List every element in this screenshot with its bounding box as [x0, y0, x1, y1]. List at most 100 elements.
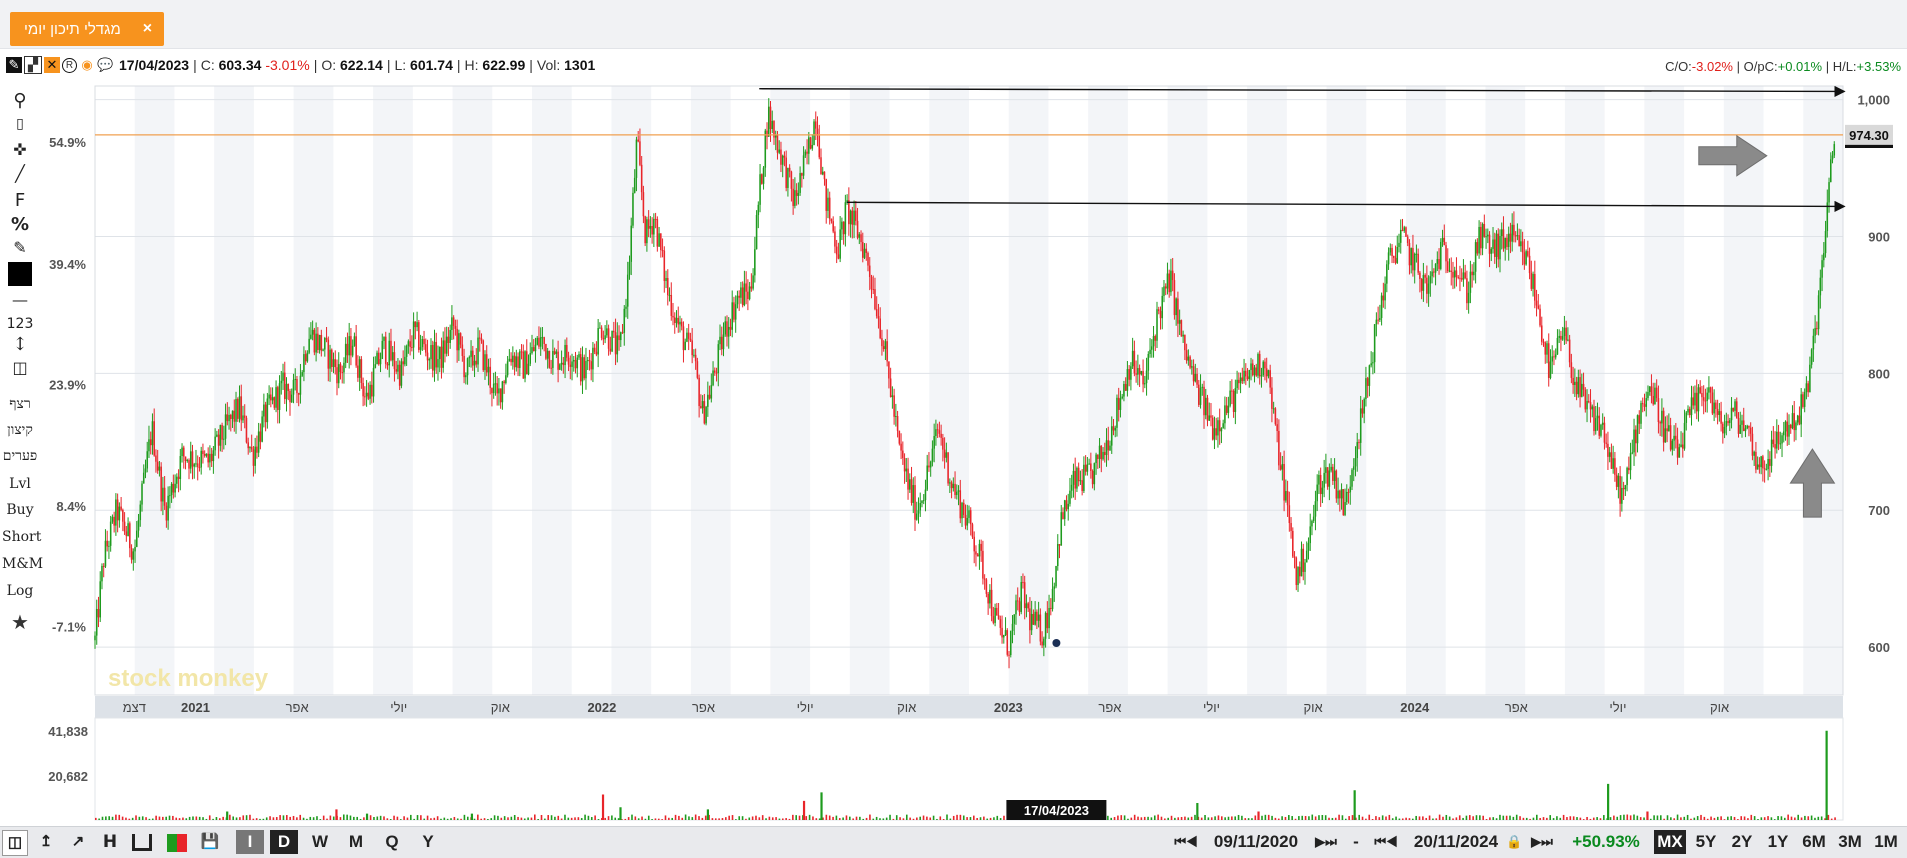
line-tool-icon[interactable]: ╱ — [2, 164, 38, 183]
candle-body — [989, 589, 991, 604]
candle-body — [1527, 251, 1529, 256]
percent-icon[interactable]: % — [2, 214, 38, 235]
interval-d[interactable]: D — [270, 830, 298, 854]
tool-log[interactable]: Log — [2, 583, 38, 599]
volume-bar — [651, 819, 653, 820]
candle-body — [1103, 451, 1106, 456]
tool-ratzef[interactable]: רצף — [2, 396, 38, 413]
heikin-icon[interactable]: H — [98, 830, 122, 854]
measure-icon[interactable]: ↕ — [2, 334, 38, 355]
candle-body — [1419, 272, 1421, 279]
volume-bar — [145, 817, 147, 820]
volume-bar — [909, 817, 911, 820]
save-icon[interactable]: 💾 — [198, 830, 222, 854]
candle-body — [1669, 425, 1672, 450]
bars-icon[interactable]: ↥ — [34, 830, 58, 854]
end-first-icon[interactable]: ⏮◀ — [1366, 830, 1406, 854]
line-chart-icon[interactable]: ↗ — [66, 830, 90, 854]
volume-bar — [1619, 815, 1622, 820]
candle-body — [1156, 309, 1158, 341]
candle-body — [849, 210, 852, 225]
range-6m[interactable]: 6M — [1798, 830, 1830, 854]
tool-lvl[interactable]: Lvl — [2, 476, 38, 492]
candle-body — [1398, 242, 1400, 247]
star-icon[interactable]: ★ — [2, 610, 38, 634]
interval-q[interactable]: Q — [378, 830, 406, 854]
volume-bar — [714, 818, 717, 820]
month-band — [849, 86, 890, 695]
candle-body — [808, 137, 810, 154]
color-scheme-icon[interactable] — [162, 830, 192, 854]
candle-body — [682, 326, 685, 351]
start-next-icon[interactable]: ▶⏭ — [1306, 830, 1346, 854]
tool-short[interactable]: Short — [2, 529, 41, 545]
candle-body — [1659, 421, 1661, 424]
volume-bar — [1673, 818, 1676, 820]
crosshair-icon[interactable]: ✜ — [2, 140, 38, 159]
edit-icon[interactable]: ✎ — [2, 238, 38, 257]
candle-body — [196, 463, 199, 468]
range-5y[interactable]: 5Y — [1690, 830, 1722, 854]
candle-body — [111, 516, 114, 522]
frame-icon[interactable] — [130, 830, 154, 854]
candle-body — [1399, 229, 1402, 243]
range-mx[interactable]: MX — [1654, 830, 1686, 854]
color-swatch[interactable] — [2, 262, 38, 286]
candle-body — [1782, 431, 1785, 436]
volume-bar — [641, 816, 643, 820]
candle-type-icon[interactable]: ◫ — [2, 358, 38, 377]
volume-bar — [698, 816, 700, 820]
candle-body — [430, 345, 432, 360]
candle-body — [538, 337, 540, 347]
candle-body — [1431, 271, 1433, 277]
range-1y[interactable]: 1Y — [1762, 830, 1794, 854]
lock-icon[interactable]: 🔒 — [1506, 830, 1522, 854]
fibonacci-icon[interactable]: F — [2, 190, 38, 211]
interval-w[interactable]: W — [306, 830, 334, 854]
search-icon[interactable]: ⚲ — [2, 90, 38, 111]
candle-body — [1375, 319, 1378, 325]
candle-body — [134, 546, 136, 552]
volume-bar — [1458, 815, 1461, 820]
volume-bar — [1304, 815, 1307, 820]
candle-body — [1044, 612, 1047, 639]
candle-body — [630, 225, 633, 262]
candle-body — [452, 317, 455, 326]
volume-tick: 41,838 — [48, 724, 88, 739]
tool-buy[interactable]: Buy — [2, 502, 38, 518]
volume-bar — [999, 818, 1002, 820]
candle-body — [956, 491, 958, 496]
candles-icon[interactable]: ◫ — [2, 830, 28, 856]
price-chart[interactable]: stock monkey דצמ 2021 אפר יולי אוק 2022 אפר יול… — [0, 0, 1907, 826]
volume-bar — [1425, 817, 1428, 820]
interval-i[interactable]: I — [236, 830, 264, 854]
range-end-date[interactable]: 20/11/2024 — [1406, 830, 1506, 854]
candle-body — [1145, 370, 1148, 384]
range-3m[interactable]: 3M — [1834, 830, 1866, 854]
volume-spike — [335, 809, 338, 820]
candle-body — [555, 351, 558, 354]
candle-body — [841, 221, 843, 230]
candle-body — [783, 155, 786, 158]
x-tick-label: יולי — [390, 700, 407, 715]
candle-body — [572, 359, 575, 362]
interval-y[interactable]: Y — [414, 830, 442, 854]
tool-kitzun[interactable]: קיצון — [2, 422, 38, 439]
range-1m[interactable]: 1M — [1870, 830, 1902, 854]
interval-m[interactable]: M — [342, 830, 370, 854]
start-first-icon[interactable]: ⏮◀ — [1168, 830, 1204, 854]
volume-bar — [299, 814, 302, 820]
count-tool[interactable]: 123 — [2, 316, 38, 332]
tool-mm[interactable]: M&M — [2, 556, 43, 572]
line-width-icon[interactable]: — — [2, 290, 38, 309]
tool-paarim[interactable]: פערים — [2, 448, 38, 465]
candle-body — [757, 204, 760, 215]
candle-body — [1307, 543, 1310, 551]
candle-body — [543, 337, 545, 344]
volume-bar — [1321, 814, 1324, 820]
range-2y[interactable]: 2Y — [1726, 830, 1758, 854]
eraser-icon[interactable]: ▯ — [2, 116, 38, 132]
range-start-date[interactable]: 09/11/2020 — [1206, 830, 1306, 854]
end-next-icon[interactable]: ▶⏭ — [1524, 830, 1560, 854]
candle-body — [661, 250, 664, 252]
